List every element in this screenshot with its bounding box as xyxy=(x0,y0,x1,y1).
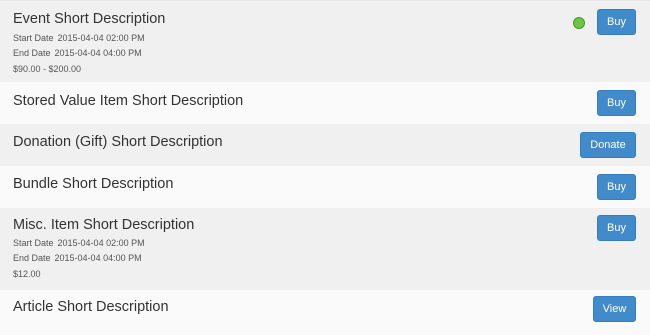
donate-button[interactable]: Donate xyxy=(580,132,636,158)
end-date-value: 2015-04-04 04:00 PM xyxy=(54,253,142,263)
item-title: Event Short Description xyxy=(13,11,166,27)
item-title: Article Short Description xyxy=(13,299,169,315)
item-title: Donation (Gift) Short Description xyxy=(13,134,223,150)
start-date-value: 2015-04-04 02:00 PM xyxy=(57,33,145,43)
price-range: $90.00 - $200.00 xyxy=(13,64,82,74)
list-item-donation: Donation (Gift) Short Description Donate xyxy=(0,124,650,166)
price: $12.00 xyxy=(13,269,41,279)
buy-button[interactable]: Buy xyxy=(597,90,636,116)
list-item-stored-value: Stored Value Item Short Description Buy xyxy=(0,82,650,124)
product-list: Event Short Description Start Date 2015-0… xyxy=(0,0,650,335)
availability-status-icon xyxy=(573,16,585,29)
end-date-label: End Date xyxy=(13,48,51,58)
list-item-misc: Misc. Item Short Description Start Date 2… xyxy=(0,208,650,290)
start-date: Start Date 2015-04-04 02:00 PM xyxy=(13,238,145,248)
start-date-label: Start Date xyxy=(13,33,54,43)
view-button[interactable]: View xyxy=(593,296,636,322)
item-title: Stored Value Item Short Description xyxy=(13,93,244,109)
start-date-label: Start Date xyxy=(13,238,54,248)
list-item-event: Event Short Description Start Date 2015-0… xyxy=(0,1,650,82)
end-date-label: End Date xyxy=(13,253,51,263)
start-date-value: 2015-04-04 02:00 PM xyxy=(57,238,145,248)
end-date: End Date 2015-04-04 04:00 PM xyxy=(13,48,142,58)
list-item-bundle: Bundle Short Description Buy xyxy=(0,166,650,208)
buy-button[interactable]: Buy xyxy=(597,174,636,200)
end-date-value: 2015-04-04 04:00 PM xyxy=(54,48,142,58)
list-item-article: Article Short Description View xyxy=(0,290,650,335)
start-date: Start Date 2015-04-04 02:00 PM xyxy=(13,33,145,43)
item-title: Bundle Short Description xyxy=(13,176,174,192)
item-title: Misc. Item Short Description xyxy=(13,217,195,233)
buy-button[interactable]: Buy xyxy=(597,9,636,35)
end-date: End Date 2015-04-04 04:00 PM xyxy=(13,253,142,263)
buy-button[interactable]: Buy xyxy=(597,215,636,241)
